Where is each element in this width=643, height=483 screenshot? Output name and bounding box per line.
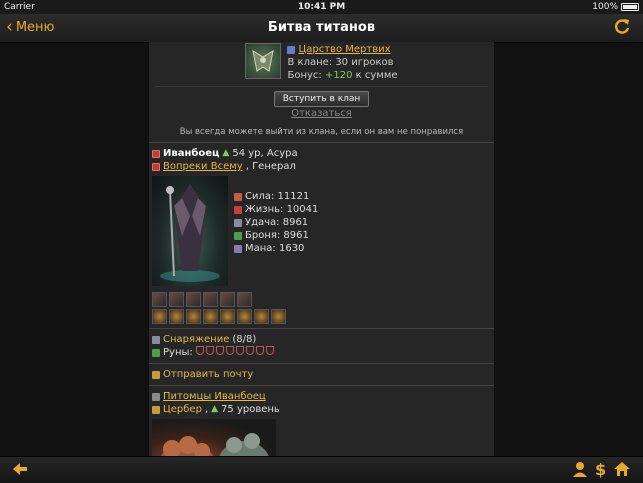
comma: , xyxy=(204,404,209,415)
battery-indicator: 100% xyxy=(592,2,639,12)
clan-invite: Царство Мертвих В клане: 30 игроков Бону… xyxy=(149,42,494,143)
stat-label: Сила: 11121 xyxy=(245,191,310,202)
stat-mana: Мана: 1630 xyxy=(234,242,318,255)
equip-slot[interactable] xyxy=(220,292,235,307)
equipment-count: (8/8) xyxy=(232,334,257,345)
pets-title-link[interactable]: Питомцы Иванбоец xyxy=(163,390,266,403)
clan-note: Вы всегда можете выйти из клана, если он… xyxy=(179,127,464,137)
pets-section: Питомцы Иванбоец Цербер , ▲ 75 уровень xyxy=(149,386,494,456)
runes-label: Руны: xyxy=(163,347,193,358)
pets-image[interactable] xyxy=(152,419,276,456)
equip-slot[interactable] xyxy=(203,292,218,307)
refuse-link[interactable]: Отказаться xyxy=(149,108,494,119)
clan-name-link[interactable]: Царство Мертвих xyxy=(298,43,390,56)
equipment-link[interactable]: Снаряжение xyxy=(163,333,229,346)
rune-slot[interactable] xyxy=(195,346,204,355)
armor-icon xyxy=(234,231,242,240)
battery-icon xyxy=(621,3,639,11)
clock: 10:41 PM xyxy=(297,2,346,12)
rune-slot[interactable] xyxy=(205,346,214,355)
stat-label: Мана: 1630 xyxy=(245,243,305,254)
level-up-icon: ▲ xyxy=(211,404,219,414)
rune-slot[interactable] xyxy=(225,346,234,355)
mail-section: Отправить почту xyxy=(149,364,494,386)
rune-slot[interactable] xyxy=(255,346,264,355)
pets-icon xyxy=(152,392,160,401)
user-icon xyxy=(573,462,587,477)
stat-luck: Удача: 8961 xyxy=(234,216,318,229)
bottom-toolbar: $ xyxy=(0,456,643,483)
hero-section: Иванбоец ▲ 54 ур, Асура Вопреки Всему , … xyxy=(149,143,494,329)
clan-emblem-icon xyxy=(245,43,282,79)
rune-slots xyxy=(195,346,276,359)
equip-slot[interactable] xyxy=(186,292,201,307)
amulet-slot[interactable] xyxy=(254,309,269,324)
luck-icon xyxy=(234,218,242,227)
refresh-icon xyxy=(615,19,630,34)
amulet-slots xyxy=(152,309,491,324)
strength-icon xyxy=(234,192,242,201)
hero-portrait[interactable] xyxy=(152,176,228,286)
clan-bonus: Бонус: +120 к сумме xyxy=(287,69,397,82)
rune-slot[interactable] xyxy=(265,346,274,355)
hero-stats: Сила: 11121 Жизнь: 10041 Удача: 8961 Бро… xyxy=(234,190,318,286)
bonus-value: +120 xyxy=(324,70,353,81)
battery-percent: 100% xyxy=(592,2,618,12)
guild-icon xyxy=(152,162,160,171)
refresh-button[interactable] xyxy=(613,18,631,40)
equipment-icon xyxy=(152,335,160,344)
main-content: Царство Мертвих В клане: 30 игроков Бону… xyxy=(149,42,494,456)
mail-icon xyxy=(152,370,160,379)
profile-button[interactable] xyxy=(572,461,588,481)
equipment-slots xyxy=(152,292,491,307)
amulet-slot[interactable] xyxy=(203,309,218,324)
mana-icon xyxy=(234,244,242,253)
pet-level: 75 уровень xyxy=(221,404,280,415)
stat-strength: Сила: 11121 xyxy=(234,190,318,203)
pet-name[interactable]: Цербер xyxy=(163,403,202,416)
page-title: Битва титанов xyxy=(267,20,376,35)
amulet-slot[interactable] xyxy=(169,309,184,324)
guild-link[interactable]: Вопреки Всему xyxy=(163,160,243,173)
health-icon xyxy=(234,205,242,214)
equipment-section: Снаряжение (8/8) Руны: xyxy=(149,329,494,364)
hero-level: 54 ур, Асура xyxy=(232,148,298,159)
equip-slot[interactable] xyxy=(169,292,184,307)
stat-label: Жизнь: 10041 xyxy=(245,204,319,215)
bonus-prefix: Бонус: xyxy=(287,70,322,81)
hero-icon xyxy=(152,149,160,158)
rune-slot[interactable] xyxy=(215,346,224,355)
stat-label: Удача: 8961 xyxy=(245,217,309,228)
back-arrow-button[interactable] xyxy=(12,461,28,481)
amulet-slot[interactable] xyxy=(271,309,286,324)
amulet-slot[interactable] xyxy=(220,309,235,324)
runes-icon xyxy=(152,348,160,357)
home-button[interactable] xyxy=(614,461,630,481)
level-up-icon: ▲ xyxy=(222,148,230,158)
stat-armor: Броня: 8961 xyxy=(234,229,318,242)
equip-slot[interactable] xyxy=(152,292,167,307)
bonus-suffix: к сумме xyxy=(355,70,398,81)
navigation-bar: ‹ Меню Битва титанов xyxy=(0,14,643,43)
equip-slot[interactable] xyxy=(237,292,252,307)
pet-icon xyxy=(152,405,160,414)
rune-slot[interactable] xyxy=(235,346,244,355)
dollar-icon[interactable]: $ xyxy=(595,460,606,479)
amulet-slot[interactable] xyxy=(186,309,201,324)
status-bar: Carrier 10:41 PM 100% xyxy=(0,0,643,14)
rune-slot[interactable] xyxy=(245,346,254,355)
join-clan-button[interactable]: Вступить в клан xyxy=(273,91,370,107)
stat-health: Жизнь: 10041 xyxy=(234,203,318,216)
home-icon xyxy=(614,462,630,476)
amulet-slot[interactable] xyxy=(152,309,167,324)
clan-members: В клане: 30 игроков xyxy=(287,57,394,68)
hero-rank: , Генерал xyxy=(245,161,296,172)
divider xyxy=(155,86,488,87)
amulet-slot[interactable] xyxy=(237,309,252,324)
clan-shield-icon xyxy=(287,45,296,54)
send-mail-link[interactable]: Отправить почту xyxy=(163,368,253,381)
arrow-left-icon xyxy=(13,463,27,475)
hero-name: Иванбоец xyxy=(163,148,220,159)
stat-label: Броня: 8961 xyxy=(245,230,309,241)
